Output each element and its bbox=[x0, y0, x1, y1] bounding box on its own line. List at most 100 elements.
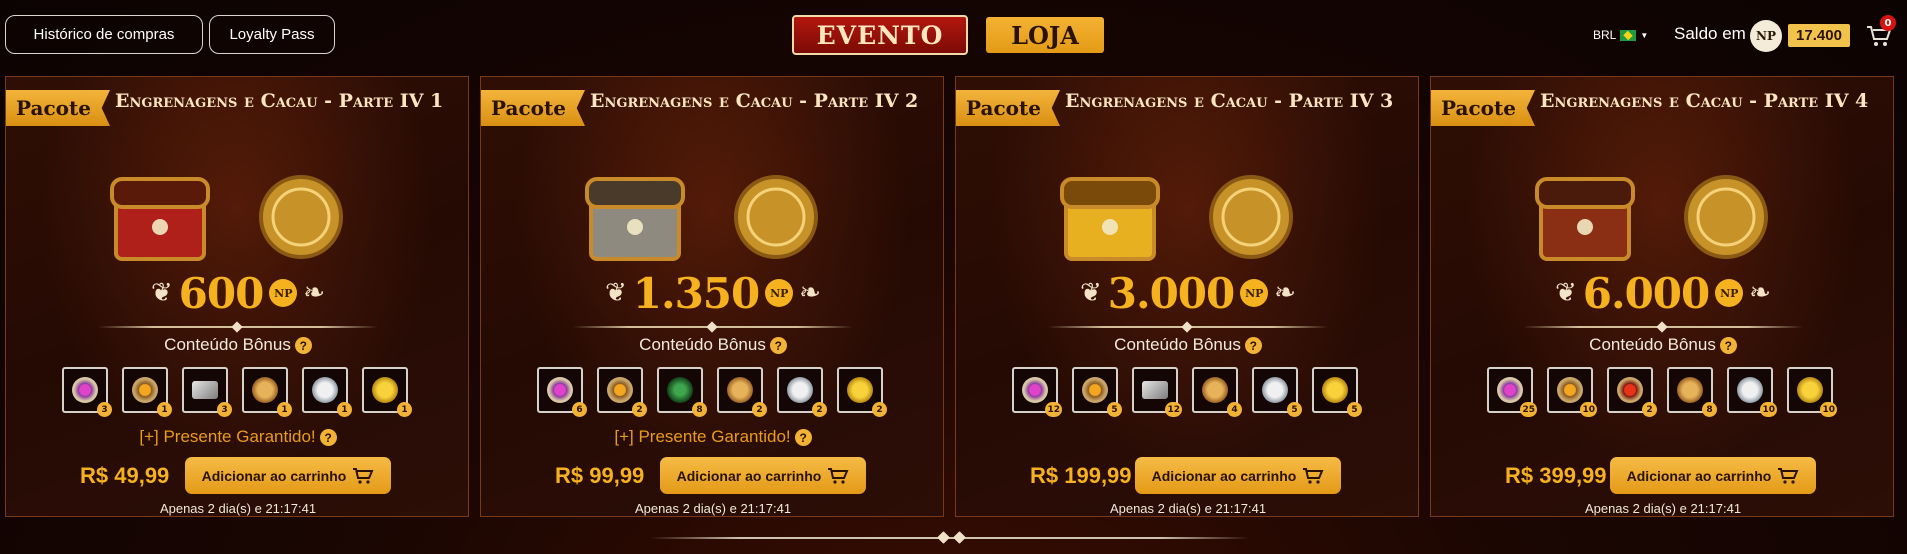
help-icon[interactable]: ? bbox=[294, 337, 312, 355]
add-to-cart-label: Adicionar ao carrinho bbox=[1626, 467, 1772, 484]
item-count-badge: 5 bbox=[1287, 402, 1302, 417]
add-to-cart-button[interactable]: Adicionar ao carrinho bbox=[1610, 457, 1816, 494]
help-icon[interactable]: ? bbox=[1719, 337, 1737, 355]
bonus-item[interactable]: 12 bbox=[1012, 367, 1062, 417]
bonus-item[interactable]: 2 bbox=[597, 367, 647, 417]
package-title: Engrenagens e Cacau - Parte IV 4 bbox=[1540, 90, 1869, 112]
treasure-chest-icon bbox=[1535, 177, 1635, 261]
add-to-cart-button[interactable]: Adicionar ao carrinho bbox=[1135, 457, 1341, 494]
item-count-badge: 8 bbox=[692, 402, 707, 417]
np-badge: NP bbox=[269, 279, 298, 307]
pager-dot[interactable] bbox=[953, 531, 966, 544]
bonus-item[interactable]: 2 bbox=[837, 367, 887, 417]
silver-coin-icon bbox=[1737, 377, 1763, 403]
bonus-item[interactable]: 3 bbox=[62, 367, 112, 417]
pink-gem-coin-icon bbox=[1497, 377, 1523, 403]
package-tag: Pacote bbox=[1431, 90, 1535, 126]
bonus-item[interactable]: 10 bbox=[1547, 367, 1597, 417]
bonus-item[interactable]: 5 bbox=[1072, 367, 1122, 417]
medal-icon bbox=[1797, 377, 1823, 403]
silver-ingot-icon bbox=[1142, 381, 1168, 399]
bonus-item[interactable]: 1 bbox=[242, 367, 292, 417]
pager-dot-active[interactable] bbox=[937, 531, 950, 544]
item-count-badge: 10 bbox=[1760, 402, 1777, 417]
medal-icon bbox=[372, 377, 398, 403]
bonus-item[interactable]: 25 bbox=[1487, 367, 1537, 417]
bonus-content-label: Conteúdo Bônus? bbox=[6, 335, 468, 355]
tab-loja[interactable]: LOJA bbox=[986, 17, 1104, 53]
pink-gem-coin-icon bbox=[72, 377, 98, 403]
item-count-badge: 25 bbox=[1520, 402, 1537, 417]
np-price-row: ❦ 600 NP ❧ bbox=[6, 268, 468, 318]
bonus-item[interactable]: 2 bbox=[1607, 367, 1657, 417]
help-icon[interactable]: ? bbox=[769, 337, 787, 355]
coin-stack-icon bbox=[734, 175, 818, 259]
package-title: Engrenagens e Cacau - Parte IV 1 bbox=[115, 90, 444, 112]
ornament-icon: ❦ bbox=[604, 278, 627, 308]
bonus-content-text: Conteúdo Bônus bbox=[1114, 335, 1241, 354]
loyalty-pass-button[interactable]: Loyalty Pass bbox=[209, 15, 335, 54]
add-to-cart-label: Adicionar ao carrinho bbox=[1151, 467, 1297, 484]
item-count-badge: 6 bbox=[572, 402, 587, 417]
package-title: Engrenagens e Cacau - Parte IV 2 bbox=[590, 90, 919, 112]
bronze-coin-icon bbox=[1202, 377, 1228, 403]
bonus-item[interactable]: 6 bbox=[537, 367, 587, 417]
bonus-item[interactable]: 1 bbox=[122, 367, 172, 417]
guaranteed-gift-text: [+] Presente Garantido! bbox=[614, 427, 791, 446]
item-count-badge: 2 bbox=[632, 402, 647, 417]
bonus-item[interactable]: 3 bbox=[182, 367, 232, 417]
bonus-item[interactable]: 1 bbox=[362, 367, 412, 417]
bonus-item[interactable]: 8 bbox=[657, 367, 707, 417]
bonus-item[interactable]: 5 bbox=[1312, 367, 1362, 417]
ornament-icon: ❧ bbox=[303, 278, 326, 308]
cart-plus-icon bbox=[1303, 467, 1324, 484]
item-count-badge: 3 bbox=[97, 402, 112, 417]
coin-bag-icon bbox=[1684, 175, 1768, 259]
help-icon[interactable]: ? bbox=[794, 429, 812, 447]
np-amount: 600 bbox=[178, 268, 265, 318]
tab-evento[interactable]: EVENTO bbox=[792, 15, 968, 55]
help-icon[interactable]: ? bbox=[319, 429, 337, 447]
bonus-item[interactable]: 10 bbox=[1787, 367, 1837, 417]
bonus-content-text: Conteúdo Bônus bbox=[639, 335, 766, 354]
item-count-badge: 1 bbox=[397, 402, 412, 417]
ornament-icon: ❧ bbox=[799, 278, 822, 308]
carousel-pager bbox=[650, 537, 1250, 539]
add-to-cart-button[interactable]: Adicionar ao carrinho bbox=[185, 457, 391, 494]
silver-coin-icon bbox=[787, 377, 813, 403]
currency-selector[interactable]: BRL ▼ bbox=[1593, 28, 1648, 42]
bonus-item[interactable]: 12 bbox=[1132, 367, 1182, 417]
offer-timer: Apenas 2 dia(s) e 21:17:41 bbox=[1584, 501, 1742, 516]
bonus-content-label: Conteúdo Bônus? bbox=[956, 335, 1418, 355]
bonus-item[interactable]: 1 bbox=[302, 367, 352, 417]
item-count-badge: 1 bbox=[277, 402, 292, 417]
bonus-item[interactable]: 10 bbox=[1727, 367, 1777, 417]
np-badge: NP bbox=[1715, 279, 1744, 307]
package-card: Pacote Engrenagens e Cacau - Parte IV 1 … bbox=[5, 76, 469, 517]
currency-code: BRL bbox=[1593, 28, 1617, 42]
bonus-item[interactable]: 5 bbox=[1252, 367, 1302, 417]
bonus-item[interactable]: 8 bbox=[1667, 367, 1717, 417]
cart-plus-icon bbox=[353, 467, 374, 484]
bonus-item[interactable]: 2 bbox=[777, 367, 827, 417]
item-count-badge: 5 bbox=[1347, 402, 1362, 417]
green-drop-icon bbox=[667, 377, 693, 403]
bonus-item[interactable]: 2 bbox=[717, 367, 767, 417]
medal-icon bbox=[1322, 377, 1348, 403]
add-to-cart-label: Adicionar ao carrinho bbox=[676, 467, 822, 484]
guaranteed-gift-label[interactable]: [+] Presente Garantido!? bbox=[481, 427, 943, 447]
package-tag: Pacote bbox=[956, 90, 1060, 126]
bonus-content-text: Conteúdo Bônus bbox=[164, 335, 291, 354]
add-to-cart-button[interactable]: Adicionar ao carrinho bbox=[660, 457, 866, 494]
item-count-badge: 1 bbox=[157, 402, 172, 417]
bonus-item[interactable]: 4 bbox=[1192, 367, 1242, 417]
treasure-chest-icon bbox=[110, 177, 210, 261]
purchase-history-button[interactable]: Histórico de compras bbox=[5, 15, 203, 54]
item-count-badge: 2 bbox=[872, 402, 887, 417]
guaranteed-gift-label[interactable]: [+] Presente Garantido!? bbox=[6, 427, 468, 447]
coin-bag-icon bbox=[1209, 175, 1293, 259]
treasure-chest-icon bbox=[1060, 177, 1160, 261]
np-price-row: ❦ 1.350 NP ❧ bbox=[481, 269, 943, 318]
help-icon[interactable]: ? bbox=[1244, 337, 1262, 355]
package-tag: Pacote bbox=[6, 90, 110, 126]
